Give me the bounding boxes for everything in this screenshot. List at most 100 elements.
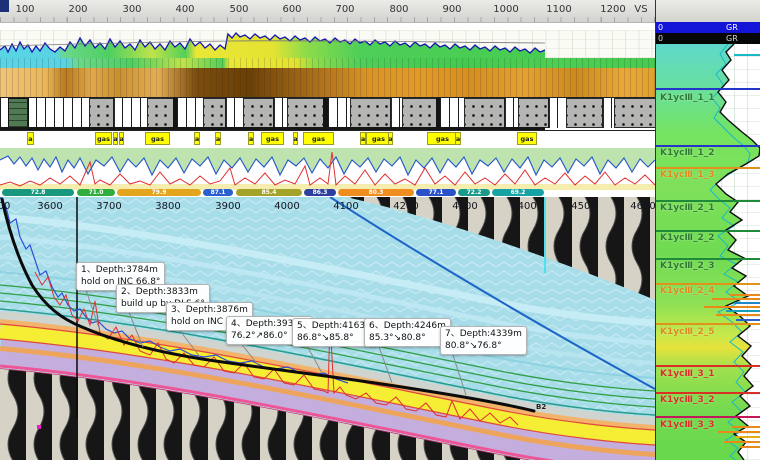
inclination-pill: 79.9	[117, 189, 201, 196]
gr-header-black[interactable]: 0 GR	[656, 33, 760, 44]
zone-label: K1ycⅢ_2_4	[660, 286, 714, 296]
inclination-pill: 72.8	[2, 189, 74, 196]
gr-colormap-band[interactable]	[0, 58, 655, 68]
annotation-detail: 85.3°↘80.8°	[369, 333, 426, 343]
inclination-pill: 86.3	[304, 189, 336, 196]
lithology-segment	[328, 98, 350, 128]
gr-header-title: GR	[726, 34, 738, 43]
lithology-segment	[402, 98, 438, 128]
gas-show-flag: a	[455, 132, 461, 145]
zone-label: K1ycⅢ_1_1	[660, 93, 714, 103]
lithology-segment	[518, 98, 550, 128]
gas-show-flag: gas	[95, 132, 112, 145]
vs-ruler-label: 500	[229, 4, 248, 15]
gas-show-flag: gas	[517, 132, 537, 145]
inclination-pill: 80.3	[338, 189, 414, 196]
lithology-baseline	[0, 127, 545, 130]
lithology-track[interactable]	[0, 97, 655, 131]
annotation-detail: 80.8°↘76.8°	[445, 341, 502, 351]
lithology-segment	[225, 98, 243, 128]
gas-show-track[interactable]: agasaagasaaagasagasagasagasagas	[0, 131, 655, 148]
gr-curve-svg	[0, 30, 655, 58]
lithology-segment	[350, 98, 392, 128]
vs-ruler-label: 700	[335, 4, 354, 15]
annotation-depth: Depth:4339m	[460, 329, 522, 339]
inclination-pill: 69.2	[492, 189, 544, 196]
gas-show-flag: a	[248, 132, 254, 145]
inclination-pill: 87.1	[203, 189, 233, 196]
lithology-segment	[27, 98, 89, 128]
gas-show-flag: gas	[145, 132, 170, 145]
annotation-depth: Depth:3784m	[96, 265, 158, 275]
vs-ruler-ticks	[0, 17, 655, 22]
lithology-segment	[177, 98, 203, 128]
inclination-pill: 72.2	[458, 189, 490, 196]
zone-label: K1ycⅢ_3_3	[660, 420, 714, 430]
trajectory-end-label: B2	[536, 403, 546, 411]
gas-show-flag: a	[113, 132, 118, 145]
annotation-detail: 86.8°↘85.8°	[297, 333, 354, 343]
dual-curve-svg	[0, 148, 655, 190]
gas-show-flag: gas	[427, 132, 458, 145]
lithology-segment	[504, 98, 518, 128]
lithology-segment	[602, 98, 614, 128]
annotation-number: 1、	[81, 265, 96, 275]
vs-ruler-label: 900	[442, 4, 461, 15]
gr-type-log[interactable]: K1ycⅢ_1_1K1ycⅢ_1_2K1ycⅢ_1_3K1ycⅢ_2_1K1yc…	[656, 44, 760, 460]
vs-ruler-label: 100	[15, 4, 34, 15]
trajectory-annotation[interactable]: 6、Depth:4246m 85.3°↘80.8°	[364, 318, 451, 347]
lithology-segment	[548, 98, 566, 128]
annotation-depth: Depth:3833m	[136, 287, 198, 297]
inclination-pill: 85.4	[236, 189, 302, 196]
zone-label: K1ycⅢ_2_2	[660, 233, 714, 243]
vs-ruler-label: 600	[282, 4, 301, 15]
gas-show-flag: gas	[261, 132, 284, 145]
zone-label: K1ycⅢ_2_5	[660, 327, 714, 337]
lithology-segment	[8, 98, 29, 128]
annotation-number: 6、	[369, 321, 384, 331]
vs-ruler-label: 300	[122, 4, 141, 15]
annotation-number: 3、	[171, 305, 186, 315]
zone-label: K1ycⅢ_3_1	[660, 369, 714, 379]
lithology-segment	[203, 98, 227, 128]
trajectory-annotation[interactable]: 7、Depth:4339m 80.8°↘76.8°	[440, 326, 527, 355]
log-tracks: agasaagasaaagasagasagasagasagas 72.871.0…	[0, 23, 655, 197]
lithology-segment	[614, 98, 657, 128]
gr-reference-panel[interactable]: 0 GR 0 GR	[655, 0, 760, 460]
lithology-segment	[464, 98, 506, 128]
zone-label: K1ycⅢ_1_2	[660, 148, 714, 158]
annotation-number: 4、	[231, 319, 246, 329]
vs-ruler-label: 1200	[600, 4, 625, 15]
annotation-depth: Depth:4246m	[384, 321, 446, 331]
gr-header-title: GR	[726, 23, 738, 32]
gr-curve-track[interactable]	[0, 30, 655, 58]
gr-header-blue[interactable]: 0 GR	[656, 22, 760, 33]
seismic-section[interactable]: 0036003700380039004000410042004300440045…	[0, 197, 655, 460]
inclination-pill: 71.0	[77, 189, 115, 196]
vs-ruler-label: 200	[68, 4, 87, 15]
geosteering-app: 100200300400500600700800900100011001200V…	[0, 0, 760, 460]
lithology-segment	[273, 98, 287, 128]
gas-show-flag: a	[388, 132, 393, 145]
lithology-segment	[390, 98, 402, 128]
vs-ruler[interactable]: 100200300400500600700800900100011001200V…	[0, 0, 760, 23]
zone-label: K1ycⅢ_2_3	[660, 261, 714, 271]
annotation-number: 7、	[445, 329, 460, 339]
dual-curve-track[interactable]	[0, 148, 655, 190]
image-log-band[interactable]	[0, 68, 655, 97]
vs-ruler-label: 800	[389, 4, 408, 15]
annotation-number: 2、	[121, 287, 136, 297]
lithology-segment	[566, 98, 604, 128]
annotation-depth: Depth:3876m	[186, 305, 248, 315]
inclination-pills-row: 72.871.079.987.185.486.380.377.172.269.2	[0, 189, 655, 197]
lithology-segment	[147, 98, 175, 128]
inclination-pill: 77.1	[416, 189, 456, 196]
lithology-segment	[243, 98, 275, 128]
panel-top-strip	[656, 0, 760, 22]
gas-show-flag: a	[194, 132, 200, 145]
magenta-marker	[37, 425, 41, 429]
window-corner-block	[0, 0, 9, 12]
vs-ruler-label: 400	[175, 4, 194, 15]
vs-ruler-label: 1000	[493, 4, 518, 15]
gas-show-flag: gas	[303, 132, 334, 145]
